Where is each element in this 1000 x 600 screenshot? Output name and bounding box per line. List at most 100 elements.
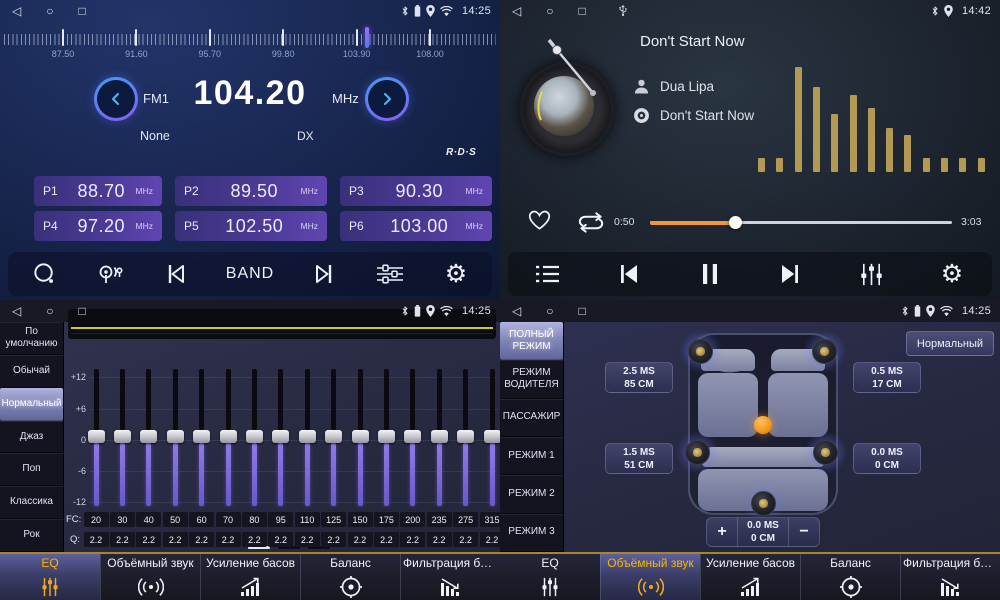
- preset-button-p2[interactable]: P289.50MHz: [175, 176, 327, 206]
- slider-thumb[interactable]: [378, 430, 395, 443]
- front-left-speaker-icon[interactable]: [688, 339, 713, 364]
- q-value[interactable]: 2.2: [374, 532, 399, 547]
- slider-thumb[interactable]: [431, 430, 448, 443]
- back-button[interactable]: ◁: [512, 4, 521, 18]
- settings-button[interactable]: ⚙: [936, 262, 968, 287]
- fc-value[interactable]: 70: [216, 512, 241, 527]
- eq-preset-3[interactable]: Джаз: [0, 421, 63, 454]
- q-value[interactable]: 2.2: [321, 532, 346, 547]
- eq-preset-4[interactable]: Поп: [0, 453, 63, 486]
- q-value[interactable]: 2.2: [189, 532, 214, 547]
- favorite-button[interactable]: [526, 208, 553, 238]
- dx-local-button[interactable]: [94, 261, 126, 287]
- eq-preset-6[interactable]: Рок: [0, 519, 63, 552]
- home-button[interactable]: ○: [46, 304, 53, 318]
- back-button[interactable]: ◁: [512, 304, 521, 318]
- next-track-button[interactable]: [774, 262, 806, 286]
- back-button[interactable]: ◁: [12, 4, 21, 18]
- playlist-button[interactable]: [532, 263, 564, 285]
- tab-eq-sliders[interactable]: EQ: [0, 554, 100, 600]
- slider-thumb[interactable]: [299, 430, 316, 443]
- tab-balance[interactable]: Баланс: [300, 554, 400, 600]
- seek-bar[interactable]: [650, 221, 952, 224]
- eq-band-slider-150hz[interactable]: [350, 366, 370, 508]
- seek-up-button[interactable]: [365, 77, 409, 121]
- tab-surround-sound[interactable]: Объёмный звук: [600, 554, 700, 600]
- q-value[interactable]: 2.2: [268, 532, 293, 547]
- eq-band-slider-60hz[interactable]: [192, 366, 212, 508]
- listener-position-dot[interactable]: [754, 416, 772, 434]
- slider-thumb[interactable]: [352, 430, 369, 443]
- prev-station-button[interactable]: [160, 262, 192, 286]
- preset-button-p3[interactable]: P390.30MHz: [340, 176, 492, 206]
- fc-value[interactable]: 315: [480, 512, 501, 527]
- q-value[interactable]: 2.2: [453, 532, 478, 547]
- eq-band-slider-125hz[interactable]: [324, 366, 344, 508]
- slider-thumb[interactable]: [325, 430, 342, 443]
- seek-down-button[interactable]: [94, 77, 138, 121]
- eq-band-slider-200hz[interactable]: [403, 366, 423, 508]
- eq-band-slider-70hz[interactable]: [218, 366, 238, 508]
- fc-value[interactable]: 40: [136, 512, 161, 527]
- tab-bass-boost[interactable]: Усиление басов: [700, 554, 800, 600]
- rear-left-delay[interactable]: 1.5 MS 51 CM: [605, 443, 673, 474]
- rear-right-delay[interactable]: 0.0 MS 0 CM: [853, 443, 921, 474]
- eq-preset-1[interactable]: Обычай: [0, 355, 63, 388]
- recents-button[interactable]: □: [78, 4, 85, 18]
- fc-value[interactable]: 200: [400, 512, 425, 527]
- frequency-ruler[interactable]: 87.5091.6095.7099.80103.90108.00: [0, 22, 500, 62]
- home-button[interactable]: ○: [546, 4, 553, 18]
- listen-mode-1[interactable]: РЕЖИМ ВОДИТЕЛЯ: [500, 360, 563, 398]
- q-value[interactable]: 2.2: [400, 532, 425, 547]
- seek-thumb[interactable]: [729, 216, 742, 229]
- slider-thumb[interactable]: [484, 430, 501, 443]
- slider-thumb[interactable]: [193, 430, 210, 443]
- slider-thumb[interactable]: [246, 430, 263, 443]
- eq-band-slider-175hz[interactable]: [376, 366, 396, 508]
- rear-left-speaker-icon[interactable]: [685, 440, 710, 465]
- q-value[interactable]: 2.2: [427, 532, 452, 547]
- eq-band-slider-110hz[interactable]: [297, 366, 317, 508]
- preset-button-p4[interactable]: P497.20MHz: [34, 211, 162, 241]
- slider-thumb[interactable]: [167, 430, 184, 443]
- fc-value[interactable]: 150: [348, 512, 373, 527]
- q-value[interactable]: 2.2: [84, 532, 109, 547]
- settings-button[interactable]: ⚙: [440, 262, 472, 287]
- delay-increase-button[interactable]: +: [707, 518, 737, 546]
- recents-button[interactable]: □: [578, 4, 585, 18]
- repeat-button[interactable]: [576, 210, 606, 240]
- home-button[interactable]: ○: [46, 4, 53, 18]
- next-station-button[interactable]: [308, 262, 340, 286]
- fc-value[interactable]: 95: [268, 512, 293, 527]
- q-value[interactable]: 2.2: [480, 532, 501, 547]
- slider-thumb[interactable]: [272, 430, 289, 443]
- recents-button[interactable]: □: [578, 304, 585, 318]
- front-left-delay[interactable]: 2.5 MS 85 CM: [605, 362, 673, 393]
- fc-value[interactable]: 110: [295, 512, 320, 527]
- front-right-delay[interactable]: 0.5 MS 17 CM: [853, 362, 921, 393]
- eq-band-slider-275hz[interactable]: [456, 366, 476, 508]
- fc-value[interactable]: 60: [189, 512, 214, 527]
- q-value[interactable]: 2.2: [136, 532, 161, 547]
- listen-mode-4[interactable]: РЕЖИМ 2: [500, 475, 563, 513]
- fc-value[interactable]: 275: [453, 512, 478, 527]
- eq-band-slider-40hz[interactable]: [139, 366, 159, 508]
- prev-track-button[interactable]: [613, 262, 645, 286]
- tab-surround-sound[interactable]: Объёмный звук: [100, 554, 200, 600]
- recents-button[interactable]: □: [78, 304, 85, 318]
- slider-thumb[interactable]: [220, 430, 237, 443]
- slider-thumb[interactable]: [140, 430, 157, 443]
- eq-band-slider-235hz[interactable]: [429, 366, 449, 508]
- listen-mode-2[interactable]: ПАССАЖИР: [500, 399, 563, 437]
- tab-eq-sliders[interactable]: EQ: [500, 554, 600, 600]
- eq-preset-0[interactable]: По умолчанию: [0, 322, 63, 355]
- listen-mode-3[interactable]: РЕЖИМ 1: [500, 437, 563, 475]
- center-speaker-icon[interactable]: [751, 491, 776, 516]
- slider-thumb[interactable]: [114, 430, 131, 443]
- eq-preset-5[interactable]: Классика: [0, 486, 63, 519]
- q-value[interactable]: 2.2: [216, 532, 241, 547]
- slider-thumb[interactable]: [404, 430, 421, 443]
- audio-settings-button[interactable]: [374, 261, 406, 287]
- q-value[interactable]: 2.2: [348, 532, 373, 547]
- scan-search-button[interactable]: [28, 261, 60, 288]
